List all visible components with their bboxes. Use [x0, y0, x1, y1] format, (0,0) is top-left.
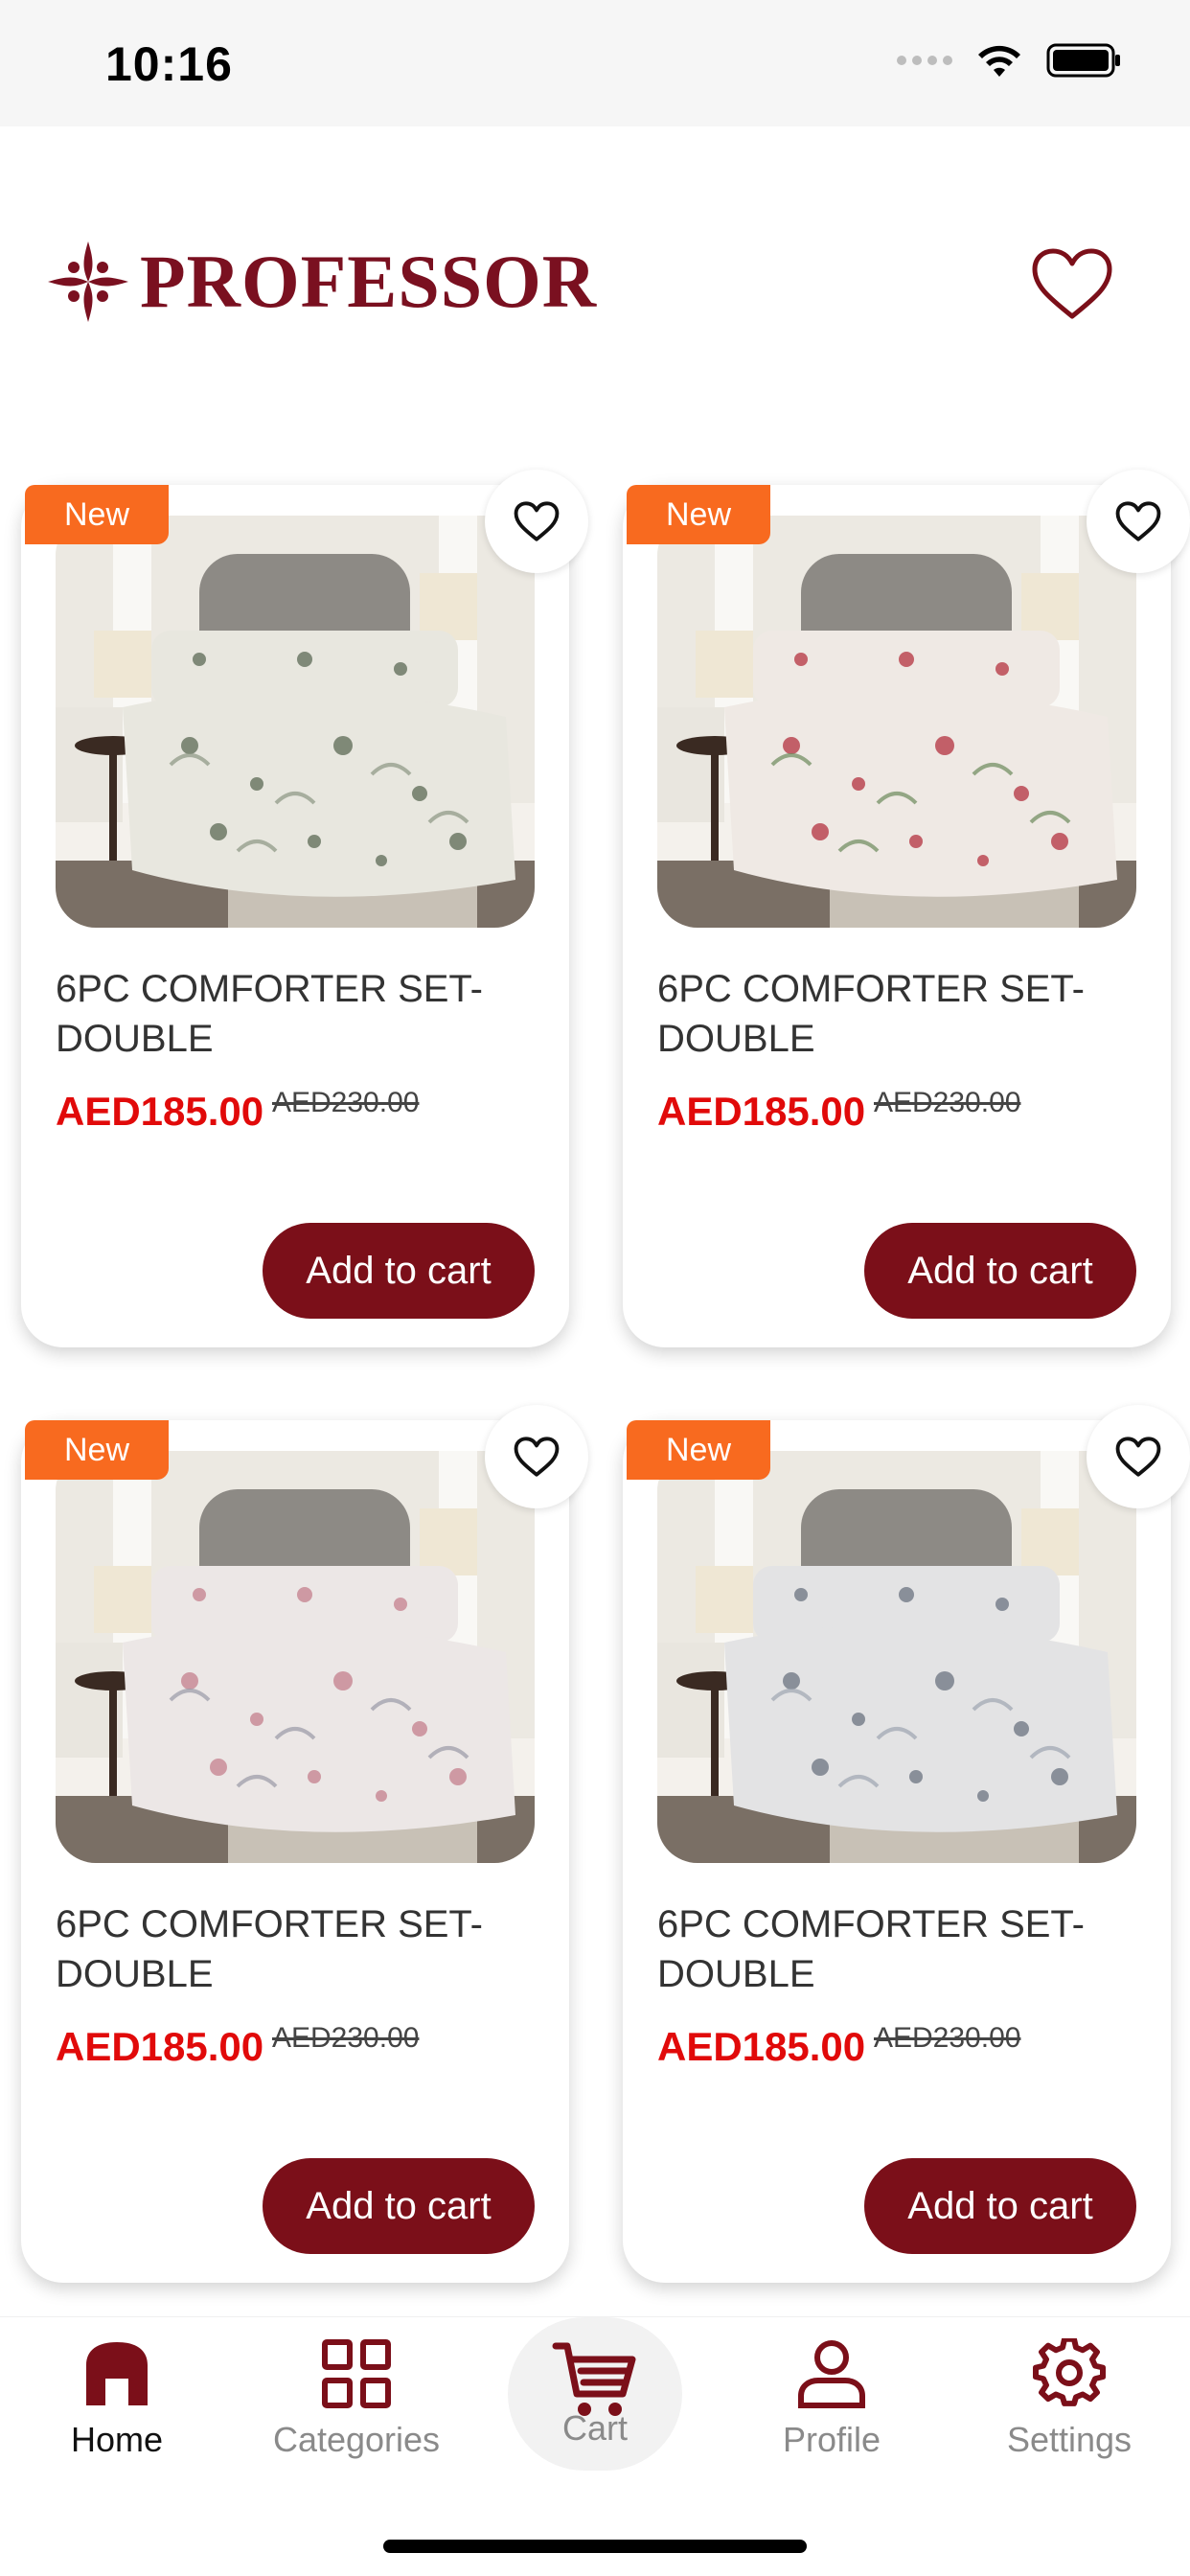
heart-icon: [514, 1437, 560, 1477]
tab-cart-label: Cart: [561, 2408, 628, 2448]
brand-logo[interactable]: PROFESSOR: [46, 240, 597, 324]
brand-name: PROFESSOR: [140, 240, 598, 323]
new-badge: New: [627, 1420, 770, 1480]
add-to-cart-button[interactable]: Add to cart: [263, 2158, 535, 2254]
app-header: PROFESSOR: [0, 126, 1190, 443]
product-price: AED185.00: [56, 2024, 264, 2069]
product-card[interactable]: New 6PC COMFORTER SET- DOUBLE AED185.00 …: [623, 470, 1190, 1347]
tab-settings-label: Settings: [1006, 2420, 1133, 2459]
favorites-heart-icon[interactable]: [1029, 245, 1115, 322]
product-image[interactable]: [56, 1451, 535, 1863]
status-time: 10:16: [105, 37, 233, 91]
signal-icon: [897, 56, 952, 65]
gear-icon: [1033, 2335, 1106, 2406]
product-card[interactable]: New 6PC COMFORTER SET- DOUBLE AED185.00 …: [21, 470, 588, 1347]
tab-home[interactable]: Home: [21, 2338, 213, 2482]
product-price: AED185.00: [657, 1089, 866, 1134]
user-icon: [798, 2340, 865, 2408]
battery-icon: [1046, 43, 1120, 78]
product-old-price: AED230.00: [874, 2022, 1021, 2054]
product-card[interactable]: New 6PC COMFORTER SET- DOUBLE AED185.00 …: [21, 1405, 588, 2283]
product-image[interactable]: [657, 1451, 1136, 1863]
tab-home-label: Home: [70, 2420, 164, 2459]
new-badge: New: [25, 485, 169, 544]
product-image[interactable]: [657, 516, 1136, 928]
tab-settings[interactable]: Settings: [973, 2335, 1165, 2482]
new-badge: New: [627, 485, 770, 544]
tab-profile[interactable]: Profile: [736, 2338, 927, 2482]
tab-categories[interactable]: Categories: [261, 2338, 452, 2482]
card-favorite-button[interactable]: [485, 1405, 588, 1508]
heart-icon: [1115, 1437, 1161, 1477]
heart-icon: [1115, 501, 1161, 541]
home-indicator: [383, 2540, 807, 2553]
add-to-cart-button[interactable]: Add to cart: [864, 1223, 1136, 1319]
status-icons: [897, 42, 1123, 79]
add-to-cart-button[interactable]: Add to cart: [263, 1223, 535, 1319]
home-icon: [86, 2342, 148, 2405]
product-old-price: AED230.00: [272, 2022, 420, 2054]
product-title[interactable]: 6PC COMFORTER SET- DOUBLE: [56, 1899, 535, 1999]
tab-categories-label: Categories: [272, 2420, 441, 2459]
wifi-icon: [978, 45, 1020, 77]
product-title[interactable]: 6PC COMFORTER SET- DOUBLE: [56, 964, 535, 1064]
product-price: AED185.00: [657, 2024, 866, 2069]
card-favorite-button[interactable]: [1087, 470, 1190, 573]
product-card[interactable]: New 6PC COMFORTER SET- DOUBLE AED185.00 …: [623, 1405, 1190, 2283]
product-old-price: AED230.00: [874, 1087, 1021, 1118]
card-favorite-button[interactable]: [1087, 1405, 1190, 1508]
grid-icon: [322, 2339, 391, 2408]
tab-profile-label: Profile: [782, 2420, 881, 2459]
fleur-icon: [48, 242, 128, 322]
product-price: AED185.00: [56, 1089, 264, 1134]
new-badge: New: [25, 1420, 169, 1480]
product-title[interactable]: 6PC COMFORTER SET- DOUBLE: [657, 1899, 1136, 1999]
tab-cart[interactable]: Cart: [499, 2338, 691, 2482]
add-to-cart-button[interactable]: Add to cart: [864, 2158, 1136, 2254]
bottom-tab-bar: Home Categories Cart Profile Settings: [0, 2317, 1190, 2576]
product-old-price: AED230.00: [272, 1087, 420, 1118]
heart-icon: [514, 501, 560, 541]
product-title[interactable]: 6PC COMFORTER SET- DOUBLE: [657, 964, 1136, 1064]
card-favorite-button[interactable]: [485, 470, 588, 573]
status-bar: 10:16: [0, 0, 1190, 126]
product-image[interactable]: [56, 516, 535, 928]
